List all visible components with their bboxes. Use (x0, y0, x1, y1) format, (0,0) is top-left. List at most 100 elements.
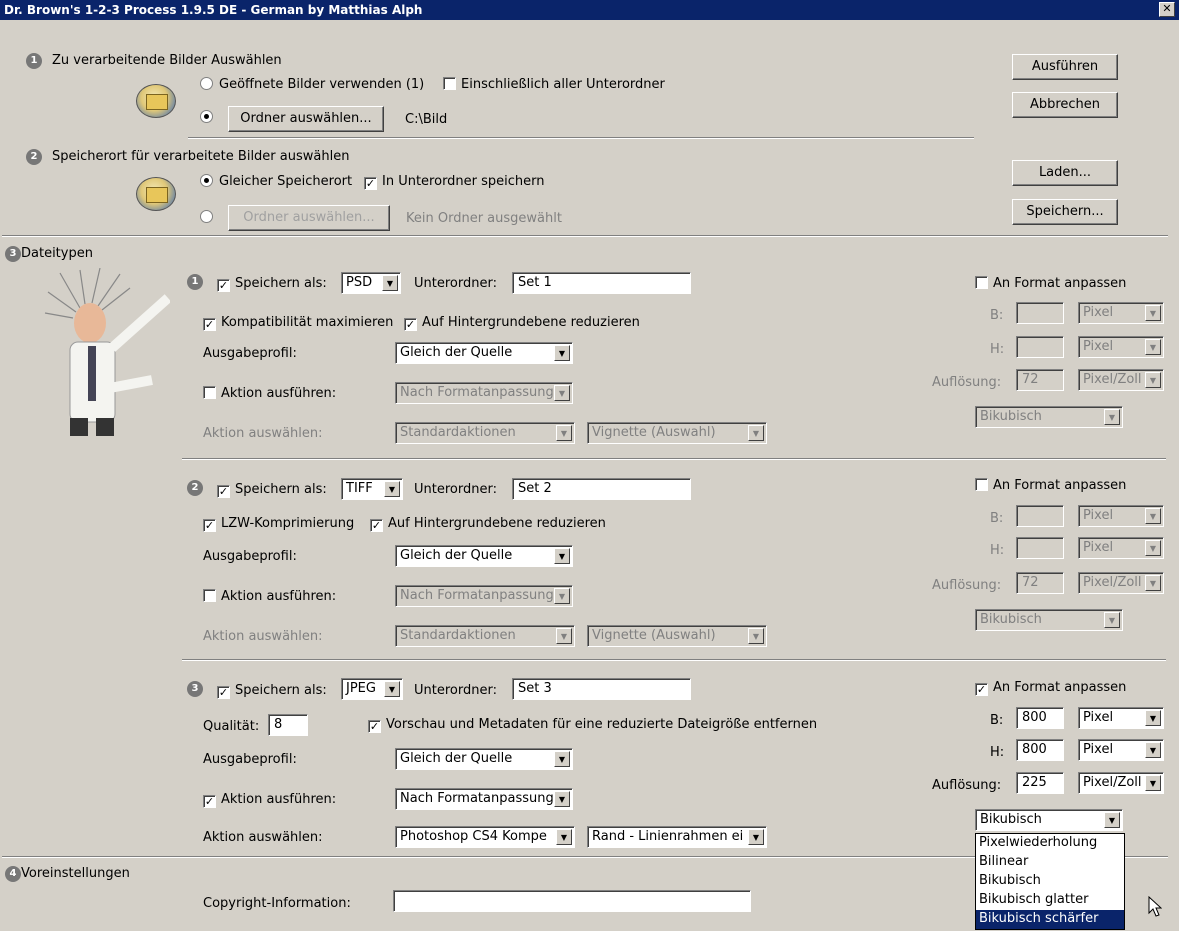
dropdown-option-highlighted[interactable]: Bikubisch schärfer (976, 910, 1124, 929)
set-2-option-2-checkbox[interactable]: ✓ Auf Hintergrundebene reduzieren (370, 516, 606, 532)
copyright-input[interactable] (393, 890, 751, 912)
set-3-subfolder-input[interactable]: Set 3 (512, 678, 691, 700)
set-2-option-1-checkbox[interactable]: ✓ LZW-Komprimierung (203, 516, 354, 532)
set-1-interpolation-select[interactable]: Bikubisch ▼ (975, 406, 1123, 428)
set-3-width-unit-select[interactable]: Pixel ▼ (1078, 707, 1164, 729)
set-3-fit-checkbox[interactable]: ✓ An Format anpassen (975, 680, 1126, 696)
set-3-interpolation-select[interactable]: Bikubisch ▼ (975, 809, 1123, 831)
same-location-radio[interactable]: Gleicher Speicherort (200, 174, 352, 189)
interpolation-dropdown-list[interactable]: Pixelwiederholung Bilinear Bikubisch Bik… (975, 833, 1125, 930)
set-1-format-value: PSD (346, 275, 373, 290)
height-label: H: (990, 342, 1005, 357)
set-1-run-action-checkbox[interactable]: Aktion ausführen: (203, 386, 336, 401)
save-settings-button[interactable]: Speichern... (1012, 199, 1118, 225)
set-2-actionname-select[interactable]: Vignette (Auswahl) ▼ (587, 625, 767, 647)
section-4-title: Voreinstellungen (21, 866, 130, 881)
radio-icon (200, 210, 213, 223)
dest-folder-button[interactable]: Ordner auswählen... (228, 205, 390, 231)
set-1-actionname-value: Vignette (Auswahl) (592, 425, 716, 440)
dropdown-option[interactable]: Bikubisch glatter (976, 891, 1124, 910)
folder-radio[interactable] (200, 110, 219, 125)
open-images-radio[interactable]: Geöffnete Bilder verwenden (1) (200, 77, 424, 92)
subfolder-label: Unterordner: (414, 482, 497, 497)
set-3-height-unit-select[interactable]: Pixel ▼ (1078, 739, 1164, 761)
set-2-height-input[interactable] (1016, 537, 1064, 559)
dropdown-option[interactable]: Bilinear (976, 853, 1124, 872)
chevron-down-icon: ▼ (556, 628, 572, 644)
fit-label: An Format anpassen (993, 276, 1127, 291)
set-1-width-input[interactable] (1016, 302, 1064, 324)
profile-label: Ausgabeprofil: (203, 346, 297, 361)
set-3-actionname-select[interactable]: Rand - Linienrahmen ei ▼ (587, 826, 767, 848)
dropdown-option[interactable]: Bikubisch (976, 872, 1124, 891)
checkbox-checked-icon: ✓ (217, 485, 230, 498)
include-subfolders-checkbox[interactable]: Einschließlich aller Unterordner (443, 77, 665, 92)
set-2-width-unit-select[interactable]: Pixel ▼ (1078, 505, 1164, 527)
set-3-width-input[interactable]: 800 (1016, 707, 1064, 729)
source-folder-button[interactable]: Ordner auswählen... (228, 106, 384, 132)
set-1-resolution-input[interactable]: 72 (1016, 369, 1064, 391)
cancel-button[interactable]: Abbrechen (1012, 92, 1118, 118)
dropdown-option[interactable]: Pixelwiederholung (976, 834, 1124, 853)
set-2-interpolation-select[interactable]: Bikubisch ▼ (975, 609, 1123, 631)
chevron-down-icon: ▼ (1145, 339, 1161, 355)
window-title: Dr. Brown's 1-2-3 Process 1.9.5 DE - Ger… (4, 3, 423, 17)
set-1-format-select[interactable]: PSD ▼ (341, 272, 401, 294)
save-in-subfolder-checkbox[interactable]: ✓ In Unterordner speichern (364, 174, 545, 190)
checkbox-checked-icon: ✓ (364, 177, 377, 190)
set-1-profile-select[interactable]: Gleich der Quelle ▼ (395, 342, 573, 364)
set-2-save-as-checkbox[interactable]: ✓ Speichern als: (217, 482, 327, 498)
set-3-quality-input[interactable]: 8 (268, 714, 308, 736)
set-2-resolution-input[interactable]: 72 (1016, 572, 1064, 594)
set-3-resolution-unit-select[interactable]: Pixel/Zoll ▼ (1078, 772, 1164, 794)
chevron-down-icon: ▼ (384, 681, 400, 697)
set-1-height-input[interactable] (1016, 336, 1064, 358)
save-as-label: Speichern als: (235, 683, 327, 698)
set-1-fit-checkbox[interactable]: An Format anpassen (975, 276, 1126, 291)
set-2-actionset-select[interactable]: Standardaktionen ▼ (395, 625, 575, 647)
set-1-option-1-checkbox[interactable]: ✓ Kompatibilität maximieren (203, 315, 393, 331)
set-1-subfolder-input[interactable]: Set 1 (512, 272, 691, 294)
set-2-fit-checkbox[interactable]: An Format anpassen (975, 478, 1126, 493)
set-1-actionset-select[interactable]: Standardaktionen ▼ (395, 422, 575, 444)
run-button[interactable]: Ausführen (1012, 54, 1118, 80)
set-3-height-input[interactable]: 800 (1016, 739, 1064, 761)
set-3-actionset-select[interactable]: Photoshop CS4 Kompe ▼ (395, 826, 575, 848)
set-2-action-select[interactable]: Nach Formatanpassung ▼ (395, 585, 573, 607)
dest-folder-radio[interactable] (200, 210, 219, 225)
set-2-subfolder-input[interactable]: Set 2 (512, 478, 691, 500)
set-1-resolution-unit-select[interactable]: Pixel/Zoll ▼ (1078, 369, 1164, 391)
set-2-profile-select[interactable]: Gleich der Quelle ▼ (395, 545, 573, 567)
set-3-resolution-unit-value: Pixel/Zoll (1083, 775, 1142, 790)
set-2-format-select[interactable]: TIFF ▼ (341, 478, 403, 500)
chevron-down-icon: ▼ (1145, 775, 1161, 791)
set-1-action-select[interactable]: Nach Formatanpassung ▼ (395, 382, 573, 404)
set-1-option-2-checkbox[interactable]: ✓ Auf Hintergrundebene reduzieren (404, 315, 640, 331)
set-2-width-input[interactable] (1016, 505, 1064, 527)
set-3-save-as-checkbox[interactable]: ✓ Speichern als: (217, 683, 327, 699)
set-2-height-unit-select[interactable]: Pixel ▼ (1078, 537, 1164, 559)
checkbox-checked-icon: ✓ (203, 795, 216, 808)
load-button[interactable]: Laden... (1012, 160, 1118, 186)
set-3-resolution-input[interactable]: 225 (1016, 772, 1064, 794)
set-3-action-select[interactable]: Nach Formatanpassung ▼ (395, 788, 573, 810)
checkbox-checked-icon: ✓ (217, 279, 230, 292)
chevron-down-icon: ▼ (554, 791, 570, 807)
section-1-badge: 1 (26, 53, 42, 69)
set-2-badge: 2 (187, 480, 203, 496)
divider (188, 137, 974, 139)
set-3-format-select[interactable]: JPEG ▼ (341, 678, 403, 700)
choose-action-label: Aktion auswählen: (203, 629, 323, 644)
set-1-height-unit-select[interactable]: Pixel ▼ (1078, 336, 1164, 358)
set-3-profile-select[interactable]: Gleich der Quelle ▼ (395, 748, 573, 770)
set-2-resolution-unit-select[interactable]: Pixel/Zoll ▼ (1078, 572, 1164, 594)
set-2-run-action-checkbox[interactable]: Aktion ausführen: (203, 589, 336, 604)
close-button[interactable]: ✕ (1159, 2, 1175, 17)
set-1-actionname-select[interactable]: Vignette (Auswahl) ▼ (587, 422, 767, 444)
checkbox-checked-icon: ✓ (370, 519, 383, 532)
set-3-action-value: Nach Formatanpassung (400, 791, 554, 806)
set-3-run-action-checkbox[interactable]: ✓ Aktion ausführen: (203, 792, 336, 808)
set-1-width-unit-select[interactable]: Pixel ▼ (1078, 302, 1164, 324)
set-1-save-as-checkbox[interactable]: ✓ Speichern als: (217, 276, 327, 292)
set-3-option-checkbox[interactable]: ✓ Vorschau und Metadaten für eine reduzie… (368, 717, 817, 733)
